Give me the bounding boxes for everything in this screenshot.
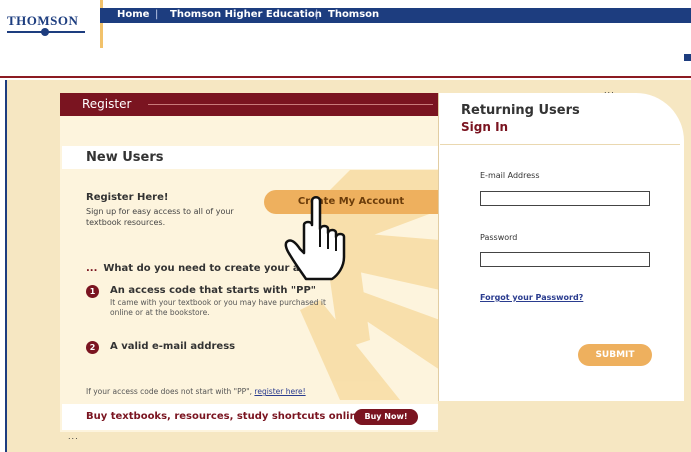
nav-link-higher-education[interactable]: Thomson Higher Education [170,9,322,20]
buy-promo-text: Buy textbooks, resources, study shortcut… [86,411,369,422]
logo-wordmark: THOMSON [7,13,79,28]
access-code-note: If your access code does not start with … [86,387,306,396]
register-here-link[interactable]: register here! [254,387,305,396]
nav-link-home[interactable]: Home [117,9,149,20]
logo-mark-icon [7,28,85,36]
square-icon [684,54,691,61]
password-label: Password [480,233,518,242]
decorative-dots: ... [604,86,615,95]
left-frame-border [5,80,7,452]
submit-button[interactable]: SUBMIT [578,344,652,366]
returning-users-title: Returning Users [461,103,580,118]
panel-divider [440,144,680,145]
sign-in-subtitle: Sign In [461,120,509,134]
nav-separator: | [155,9,159,20]
email-field[interactable] [480,191,650,206]
password-field[interactable] [480,252,650,267]
signup-description: Sign up for easy access to all of your t… [86,207,234,227]
buy-now-button[interactable]: Buy Now! [354,409,418,425]
nav-separator: | [315,9,319,20]
top-nav-bar: Home | Thomson Higher Education | Thomso… [100,8,691,23]
decorative-dots: ... [68,432,79,441]
access-note-text: If your access code does not start with … [86,387,255,396]
step-2-badge-icon: 2 [86,341,99,354]
register-here-heading: Register Here! [86,192,169,203]
register-header-rule [148,104,433,105]
register-title: Register [82,97,132,111]
email-label: E-mail Address [480,171,540,180]
hand-pointer-icon [284,196,346,281]
nav-link-thomson[interactable]: Thomson [328,9,379,20]
header-divider [0,76,691,78]
step-1-title: An access code that starts with "PP" [110,285,316,296]
step-1-description: It came with your textbook or you may ha… [110,298,326,317]
new-users-title: New Users [86,150,164,165]
forgot-password-link[interactable]: Forgot your Password? [480,293,583,302]
requirements-dots: ... [86,263,98,274]
step-1-badge-icon: 1 [86,285,99,298]
thomson-logo[interactable]: THOMSON [0,0,103,48]
step-2-title: A valid e-mail address [110,341,236,352]
